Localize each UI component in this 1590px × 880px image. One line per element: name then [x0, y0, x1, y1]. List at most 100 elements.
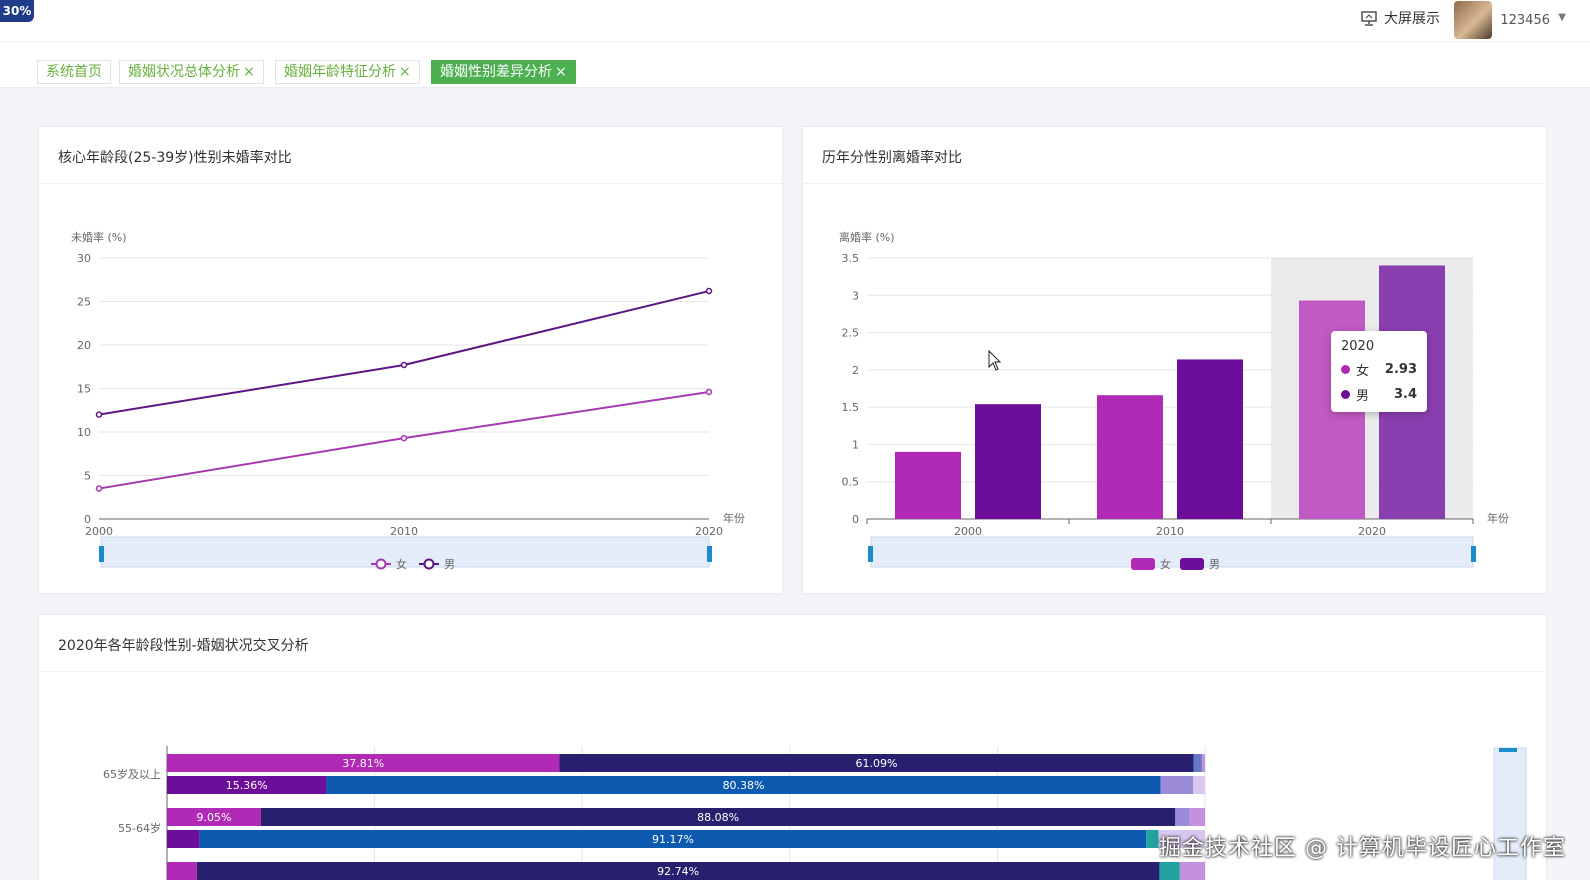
- tooltip-row: 男 3.4: [1341, 385, 1417, 404]
- tooltip-row: 女 2.93: [1341, 360, 1417, 379]
- data-point: [400, 434, 408, 442]
- x-tick-label: 2020: [695, 525, 723, 538]
- y-tick-label: 55-64岁: [118, 821, 161, 835]
- watermark: 掘金技术社区 @ 计算机毕设匠心工作室: [1159, 836, 1566, 861]
- datazoom-handle-top: [1499, 748, 1517, 752]
- tab-home[interactable]: 系统首页: [37, 60, 111, 84]
- x-tick-label: 2000: [85, 525, 113, 538]
- x-axis-label: 年份: [1487, 511, 1509, 525]
- chart-tooltip: 2020 女 2.93 男 3.4: [1331, 331, 1427, 412]
- close-icon[interactable]: ×: [555, 64, 567, 80]
- datazoom-handle-right: [707, 546, 712, 562]
- tab-gender-analysis[interactable]: 婚姻性别差异分析 ×: [431, 60, 576, 84]
- bigscreen-button[interactable]: 大屏展示: [1360, 8, 1440, 28]
- legend-dot: [1341, 365, 1350, 374]
- y-tick-label: 10: [77, 426, 91, 439]
- legend-swatch: [1180, 558, 1204, 570]
- app-logo[interactable]: 30%: [0, 0, 34, 22]
- bar-label: 61.09%: [856, 757, 898, 770]
- bar-male: [975, 404, 1041, 519]
- legend-marker: [423, 558, 435, 570]
- tabs-bar: 系统首页 婚姻状况总体分析 × 婚姻年龄特征分析 × 婚姻性别差异分析 ×: [0, 42, 1590, 88]
- close-icon[interactable]: ×: [399, 64, 411, 80]
- bigscreen-label: 大屏展示: [1384, 11, 1440, 27]
- y-tick-label: 25: [77, 296, 91, 309]
- tab-label: 系统首页: [46, 64, 102, 80]
- stacked-segment: [1193, 754, 1202, 772]
- bar-label: 15.36%: [226, 779, 268, 792]
- legend-label: 男: [1209, 558, 1220, 571]
- close-icon[interactable]: ×: [243, 64, 255, 80]
- y-axis-label: 离婚率 (%): [839, 230, 895, 244]
- y-tick-label: 30: [77, 252, 91, 265]
- tab-label: 婚姻状况总体分析: [128, 64, 240, 80]
- tab-age-analysis[interactable]: 婚姻年龄特征分析 ×: [275, 60, 420, 84]
- x-tick-label: 2010: [1156, 525, 1184, 538]
- stacked-segment: [1160, 776, 1194, 794]
- tab-label: 婚姻性别差异分析: [440, 64, 552, 80]
- x-tick-label: 2020: [1358, 525, 1386, 538]
- y-tick-label: 20: [77, 339, 91, 352]
- tooltip-value: 3.4: [1393, 387, 1417, 402]
- unmarried-rate-panel: 核心年龄段(25-39岁)性别未婚率对比 未婚率 (%) 年份 0 5 10 15 20 25…: [38, 126, 783, 594]
- bar-female: [895, 451, 961, 519]
- unmarried-line-chart[interactable]: 未婚率 (%)年份0510152025302000 2010 2020女男: [39, 127, 784, 595]
- tab-overall-analysis[interactable]: 婚姻状况总体分析 ×: [119, 60, 264, 84]
- datazoom-handle-right: [1471, 546, 1476, 562]
- bar-label: 1.13%: [1207, 779, 1242, 792]
- stacked-segment: [1179, 862, 1205, 880]
- stacked-segment: [1193, 776, 1205, 794]
- data-point: [95, 485, 103, 492]
- data-point: [400, 361, 408, 369]
- username[interactable]: 123456: [1500, 13, 1550, 28]
- avatar[interactable]: [1454, 1, 1492, 39]
- bar-label: 37.81%: [342, 757, 384, 770]
- y-tick-label: 3.5: [842, 252, 860, 265]
- y-tick-label: 1: [852, 438, 859, 451]
- tooltip-series: 男: [1356, 389, 1370, 404]
- y-tick-label: 3: [852, 289, 859, 302]
- bar-label: 9.05%: [196, 811, 231, 824]
- data-point: [705, 388, 713, 396]
- datazoom-handle-left: [868, 546, 873, 562]
- legend-label: 女: [1160, 557, 1171, 571]
- legend-swatch: [1131, 558, 1155, 570]
- legend-label: 男: [444, 558, 455, 571]
- y-tick-label: 1.5: [842, 401, 860, 414]
- y-tick-label: 2.5: [842, 327, 860, 340]
- legend-label: 女: [396, 557, 407, 571]
- stacked-segment: [1175, 808, 1190, 826]
- stacked-segment: [1201, 754, 1205, 772]
- data-point: [705, 287, 713, 295]
- bar-label: 0.9%: [1207, 757, 1235, 770]
- bar-male: [1177, 359, 1243, 519]
- divorce-rate-panel: 历年分性别离婚率对比 离婚率 (%) 年份 0 0.5 1 1.5 2 2.5 3 3.5 2000…: [802, 126, 1547, 594]
- bar-label: 88.08%: [697, 811, 739, 824]
- datazoom-track: [870, 536, 1474, 568]
- stacked-segment: [1146, 830, 1159, 848]
- y-tick-label: 15: [77, 383, 91, 396]
- y-tick-label: 2: [852, 364, 859, 377]
- y-tick-label: 5: [84, 470, 91, 483]
- stacked-segment: [167, 830, 200, 848]
- tooltip-title: 2020: [1341, 339, 1375, 354]
- bar-label: 80.38%: [723, 779, 765, 792]
- tooltip-series: 女: [1356, 364, 1370, 379]
- x-tick-label: 2010: [390, 525, 418, 538]
- cursor-icon: [988, 349, 1002, 371]
- y-tick-label: 65岁及以上: [103, 767, 161, 781]
- tooltip-value: 2.93: [1384, 362, 1417, 377]
- bar-label: 92.74%: [657, 865, 699, 878]
- stacked-segment: [1159, 862, 1180, 880]
- data-point: [95, 411, 103, 418]
- bar-label: 2.42%: [1207, 865, 1242, 878]
- x-tick-label: 2000: [954, 525, 982, 538]
- caret-down-icon[interactable]: ▼: [1558, 12, 1566, 23]
- bar-female: [1097, 395, 1163, 519]
- legend-marker: [375, 558, 387, 570]
- legend-dot: [1341, 390, 1350, 399]
- bar-label: 1.46%: [1207, 811, 1242, 824]
- stacked-segment: [167, 862, 197, 880]
- tab-label: 婚姻年龄特征分析: [284, 64, 396, 80]
- divorce-bar-chart[interactable]: 离婚率 (%)年份00.511.522.533.52000 2010 2020女男: [803, 127, 1548, 595]
